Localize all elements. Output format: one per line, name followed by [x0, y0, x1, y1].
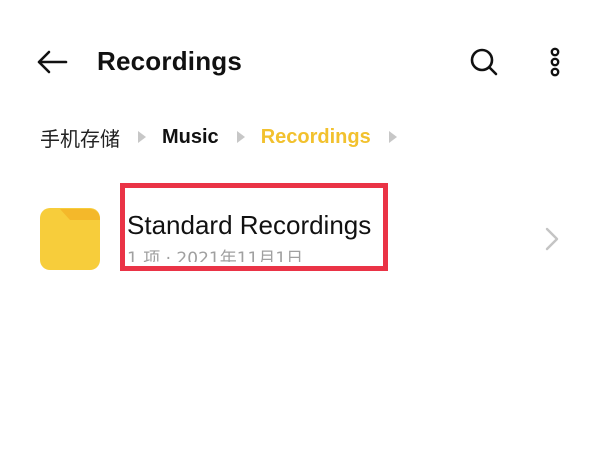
chevron-right-icon — [138, 131, 146, 143]
folder-icon — [40, 208, 100, 270]
back-button[interactable] — [30, 40, 74, 84]
search-button[interactable] — [462, 40, 506, 84]
more-options-button[interactable] — [533, 40, 577, 84]
chevron-right-icon — [388, 131, 397, 143]
folder-list-item[interactable]: Standard Recordings 1 项 · 2021年11月1日 — [0, 190, 600, 290]
chevron-right-icon — [236, 131, 245, 143]
more-vertical-icon — [550, 47, 560, 77]
breadcrumb-item-phone-storage[interactable]: 手机存储 — [40, 123, 120, 152]
breadcrumb-item-music[interactable]: Music — [162, 126, 219, 149]
app-header: Recordings — [0, 0, 600, 120]
page-title: Recordings — [97, 46, 243, 76]
folder-name: Standard Recordings — [127, 210, 372, 240]
arrow-left-icon — [37, 50, 68, 74]
chevron-right-icon — [545, 227, 559, 251]
search-icon — [470, 48, 498, 76]
breadcrumb: 手机存储 Music Recordings — [40, 120, 413, 154]
folder-meta: 1 项 · 2021年11月1日 — [127, 249, 304, 262]
breadcrumb-item-recordings[interactable]: Recordings — [261, 126, 371, 149]
